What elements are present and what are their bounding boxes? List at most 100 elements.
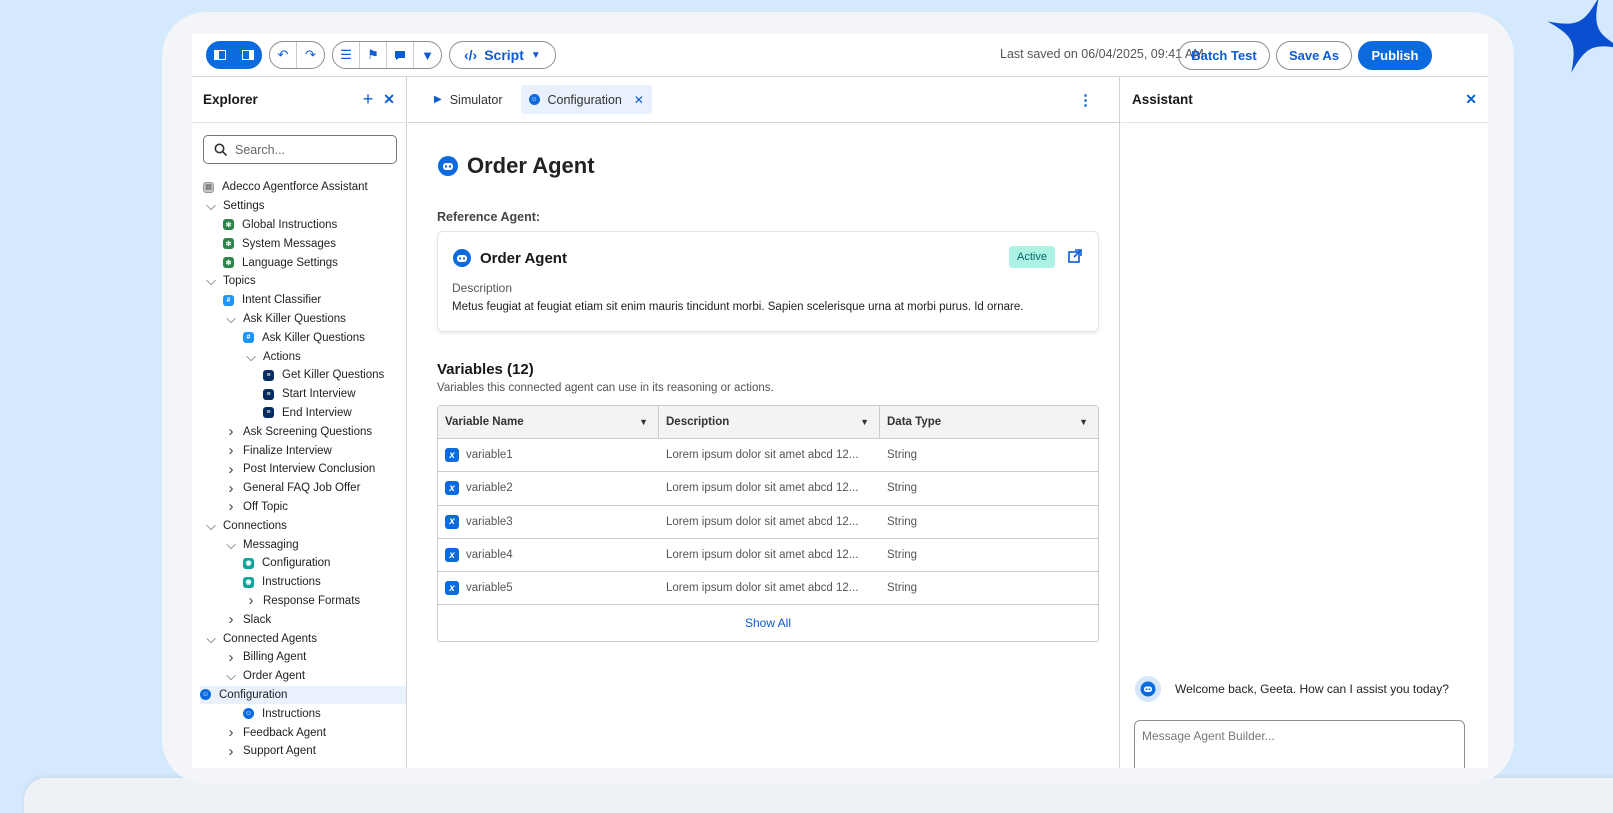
tree-item[interactable]: ✻ Language Settings <box>192 253 406 272</box>
chevron-down-icon[interactable]: ⌵ <box>223 668 239 684</box>
left-panel-toggle-icon[interactable] <box>207 42 234 68</box>
chevron-down-icon[interactable]: ▼ <box>414 42 441 68</box>
tree-item[interactable]: › Support Agent <box>192 742 406 761</box>
redo-icon[interactable]: ↷ <box>297 42 324 68</box>
tree-item[interactable]: ⌵ Ask Killer Questions <box>192 310 406 329</box>
message-input[interactable]: Message Agent Builder... <box>1134 720 1465 768</box>
tree-item[interactable]: › Feedback Agent <box>192 723 406 742</box>
tree-item[interactable]: ◉ Configuration <box>192 554 406 573</box>
tree-item[interactable]: # Ask Killer Questions <box>192 328 406 347</box>
card-agent-name: Order Agent <box>480 249 567 267</box>
tree-item[interactable]: › Response Formats <box>192 592 406 611</box>
tree-item-label: Response Formats <box>263 594 361 607</box>
chevron-down-icon[interactable]: ▼ <box>860 417 869 427</box>
flag-icon[interactable]: ⚑ <box>360 42 387 68</box>
chevron-right-icon[interactable]: › <box>243 592 259 609</box>
chevron-right-icon[interactable]: › <box>223 743 239 760</box>
show-all-link[interactable]: Show All <box>438 605 1098 641</box>
chevron-down-icon[interactable]: ⌵ <box>203 198 219 214</box>
tree-item[interactable]: ≡ Get Killer Questions <box>192 366 406 385</box>
chat-icon[interactable] <box>387 42 414 68</box>
chevron-down-icon[interactable]: ⌵ <box>243 349 259 365</box>
chevron-down-icon[interactable]: ⌵ <box>223 537 239 553</box>
tree-item[interactable]: › Ask Screening Questions <box>192 422 406 441</box>
tree-item[interactable]: › Finalize Interview <box>192 441 406 460</box>
tree-item[interactable]: › Post Interview Conclusion <box>192 460 406 479</box>
tree-item[interactable]: ⌵ Topics <box>192 272 406 291</box>
chevron-right-icon[interactable]: › <box>223 724 239 741</box>
chevron-down-icon[interactable]: ▼ <box>1079 417 1088 427</box>
table-row[interactable]: x variable1 Lorem ipsum dolor sit amet abc… <box>438 439 1098 473</box>
tree-item[interactable]: ⌵ Settings <box>192 197 406 216</box>
column-header-description[interactable]: Description ▼ <box>659 406 880 438</box>
close-icon[interactable]: ✕ <box>383 91 395 108</box>
column-header-variable-name[interactable]: Variable Name ▼ <box>438 406 659 438</box>
chevron-down-icon[interactable]: ⌵ <box>203 273 219 289</box>
chevron-right-icon[interactable]: › <box>223 649 239 666</box>
variables-table: Variable Name ▼ Description ▼ Data Type ▼ x… <box>437 405 1099 643</box>
right-panel-toggle-icon[interactable] <box>234 42 261 68</box>
play-icon: ▶ <box>434 94 442 105</box>
chevron-down-icon[interactable]: ⌵ <box>223 311 239 327</box>
batch-test-button[interactable]: Batch Test <box>1178 41 1270 70</box>
tab-simulator[interactable]: ▶ Simulator <box>428 85 509 114</box>
tree-item[interactable]: › Billing Agent <box>192 648 406 667</box>
data-type-cell: String <box>887 549 918 562</box>
checklist-icon[interactable]: ☰ <box>333 42 360 68</box>
variable-name-cell: x variable3 <box>438 506 659 538</box>
chevron-right-icon[interactable]: › <box>223 611 239 628</box>
tree-item[interactable]: # Intent Classifier <box>192 291 406 310</box>
table-row[interactable]: x variable3 Lorem ipsum dolor sit amet abc… <box>438 506 1098 539</box>
chevron-right-icon[interactable]: › <box>223 461 239 478</box>
table-row[interactable]: x variable4 Lorem ipsum dolor sit amet abc… <box>438 539 1098 573</box>
publish-button[interactable]: Publish <box>1358 41 1432 70</box>
search-icon <box>214 143 227 156</box>
tree-item[interactable]: ⌵ Connections <box>192 516 406 535</box>
tree-item[interactable]: ≡ Start Interview <box>192 385 406 404</box>
table-row[interactable]: x variable5 Lorem ipsum dolor sit amet abc… <box>438 572 1098 606</box>
chevron-right-icon[interactable]: › <box>223 442 239 459</box>
chevron-down-icon[interactable]: ▼ <box>639 417 648 427</box>
editor-panel: ▶ Simulator ☺ Configuration ✕ ⋮ Order Ag… <box>408 77 1120 768</box>
blue-node-icon: # <box>243 332 254 344</box>
tree-item[interactable]: ☺ Instructions <box>192 704 406 723</box>
external-link-icon[interactable] <box>1068 249 1082 268</box>
tree-item[interactable]: ◉ Instructions <box>192 573 406 592</box>
tree-item[interactable]: ⌵ Connected Agents <box>192 629 406 648</box>
chevron-down-icon[interactable]: ⌵ <box>203 518 219 534</box>
more-options-icon[interactable]: ⋮ <box>1078 91 1093 109</box>
column-header-data-type[interactable]: Data Type ▼ <box>880 406 1098 438</box>
tree-item[interactable]: ✻ System Messages <box>192 234 406 253</box>
chevron-right-icon[interactable]: › <box>223 423 239 440</box>
tree-item[interactable]: ⌵ Order Agent <box>192 667 406 686</box>
close-icon[interactable]: ✕ <box>1465 91 1477 108</box>
tree-item[interactable]: ✻ Global Instructions <box>192 216 406 235</box>
chevron-right-icon[interactable]: › <box>223 498 239 515</box>
close-tab-icon[interactable]: ✕ <box>634 93 644 107</box>
welcome-text: Welcome back, Geeta. How can I assist yo… <box>1175 682 1449 696</box>
tree-item[interactable]: › Off Topic <box>192 498 406 517</box>
script-button[interactable]: ‹/› Script ▼ <box>449 41 556 69</box>
tree-item[interactable]: ⌵ Actions <box>192 347 406 366</box>
description-text: Metus feugiat at feugiat etiam sit enim … <box>452 301 1024 313</box>
tree-item[interactable]: ▤ Adecco Agentforce Assistant <box>192 178 406 197</box>
tree-item[interactable]: ☺ Configuration <box>200 685 406 705</box>
table-row[interactable]: x variable2 Lorem ipsum dolor sit amet abc… <box>438 472 1098 506</box>
tree-item[interactable]: ≡ End Interview <box>192 404 406 423</box>
tree-item[interactable]: › General FAQ Job Offer <box>192 479 406 498</box>
chevron-right-icon[interactable]: › <box>223 480 239 497</box>
add-icon[interactable]: + <box>363 89 374 110</box>
navy-node-icon: ≡ <box>263 369 274 381</box>
tree-item[interactable]: › Slack <box>192 610 406 629</box>
tab-configuration[interactable]: ☺ Configuration ✕ <box>520 85 652 114</box>
tree-item-label: Post Interview Conclusion <box>243 463 376 476</box>
undo-icon[interactable]: ↶ <box>270 42 297 68</box>
save-as-button[interactable]: Save As <box>1276 41 1352 70</box>
tree-item-label: Configuration <box>262 557 331 570</box>
tree-item[interactable]: ⌵ Messaging <box>192 535 406 554</box>
tree-item-label: Billing Agent <box>243 651 307 664</box>
chevron-down-icon[interactable]: ⌵ <box>203 631 219 647</box>
teal-node-icon: ◉ <box>243 576 254 588</box>
search-input[interactable]: Search... <box>203 135 397 164</box>
blue-node-icon: # <box>223 294 234 306</box>
